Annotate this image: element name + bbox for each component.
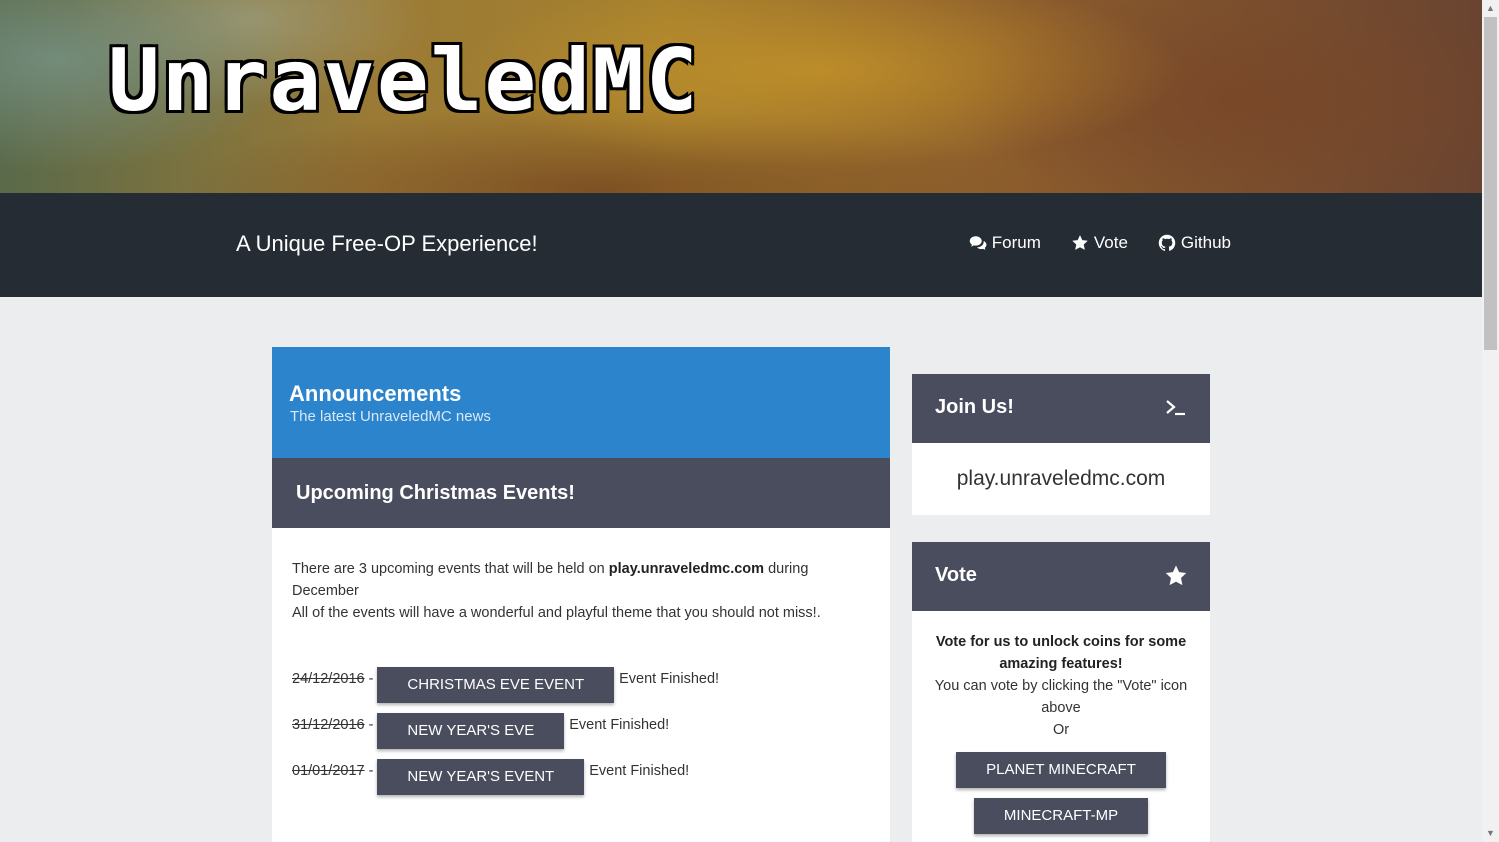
event-date: 24/12/2016: [292, 671, 365, 687]
nav-link-label: Forum: [991, 233, 1041, 252]
scroll-up-arrow-icon[interactable]: ▲: [1482, 0, 1499, 17]
vote-button-minecraft-mp[interactable]: MINECRAFT-MP: [974, 798, 1148, 834]
star-icon: [1072, 235, 1088, 250]
scrollbar-thumb[interactable]: [1484, 17, 1497, 350]
server-address[interactable]: play.unraveledmc.com: [912, 467, 1210, 491]
nav-link-label: Vote: [1093, 233, 1128, 252]
nav-link-label: Github: [1180, 233, 1231, 252]
vote-header: Vote: [912, 542, 1210, 611]
vote-button-planet-minecraft[interactable]: PLANET MINECRAFT: [956, 752, 1166, 788]
scroll-down-arrow-icon[interactable]: ▼: [1482, 825, 1499, 842]
event-button-new-years-eve[interactable]: New Year's Eve: [377, 713, 565, 749]
event-separator: -: [368, 763, 374, 779]
announcements-header: Announcements The latest UnraveledMC new…: [272, 347, 890, 458]
post-header: Upcoming Christmas Events!: [272, 458, 890, 528]
post-text: There are 3 upcoming events that will be…: [292, 558, 852, 624]
event-status: Event Finished!: [619, 671, 720, 687]
site-tagline: A Unique Free-OP Experience!: [236, 231, 538, 256]
event-button-christmas-eve[interactable]: Christmas Eve Event: [377, 667, 615, 703]
event-date: 31/12/2016: [292, 717, 365, 733]
comments-icon: [969, 236, 987, 250]
join-us-body: play.unraveledmc.com: [912, 443, 1210, 515]
post-text-part: There are 3 upcoming events that will be…: [292, 561, 609, 577]
post-text-line2: All of the events will have a wonderful …: [292, 605, 821, 621]
nav-link-github[interactable]: Github: [1158, 233, 1231, 253]
site-logo[interactable]: UnraveledMC: [107, 37, 700, 126]
event-button-new-years-event[interactable]: New Year's Event: [377, 759, 585, 795]
nav-link-vote[interactable]: Vote: [1071, 233, 1128, 253]
nav-links: Forum Vote Github: [969, 233, 1231, 253]
hero-banner: UnraveledMC: [0, 0, 1482, 193]
event-status: Event Finished!: [569, 717, 670, 733]
event-status: Event Finished!: [589, 763, 690, 779]
event-separator: -: [368, 671, 374, 687]
server-address-inline: play.unraveledmc.com: [608, 561, 765, 577]
vote-title: Vote: [935, 564, 977, 586]
announcements-title: Announcements: [289, 381, 462, 406]
post-body: There are 3 upcoming events that will be…: [272, 528, 890, 842]
post-title: Upcoming Christmas Events!: [296, 482, 575, 504]
terminal-icon: [1166, 400, 1185, 416]
announcements-subtitle: The latest UnraveledMC news: [290, 408, 491, 425]
vote-body: Vote for us to unlock coins for some ama…: [912, 611, 1210, 842]
vote-text-line1: Vote for us to unlock coins for some ama…: [935, 634, 1187, 672]
event-row: 24/12/2016 - Christmas Eve Event Event F…: [292, 667, 719, 703]
vote-text-line3: Or: [1052, 722, 1070, 738]
github-icon: [1158, 234, 1176, 251]
vote-text-line2: You can vote by clicking the "Vote" icon…: [934, 678, 1188, 716]
event-row: 31/12/2016 - New Year's Eve Event Finish…: [292, 713, 669, 749]
navbar: A Unique Free-OP Experience! Forum Vote …: [0, 193, 1482, 297]
join-us-title: Join Us!: [935, 396, 1014, 418]
star-icon: [1165, 565, 1187, 586]
join-us-header: Join Us!: [912, 374, 1210, 443]
event-row: 01/01/2017 - New Year's Event Event Fini…: [292, 759, 689, 795]
page-scrollbar[interactable]: ▲ ▼: [1482, 0, 1499, 842]
nav-link-forum[interactable]: Forum: [969, 233, 1041, 253]
vote-text: Vote for us to unlock coins for some ama…: [932, 631, 1190, 741]
event-separator: -: [368, 717, 374, 733]
event-date: 01/01/2017: [292, 763, 365, 779]
